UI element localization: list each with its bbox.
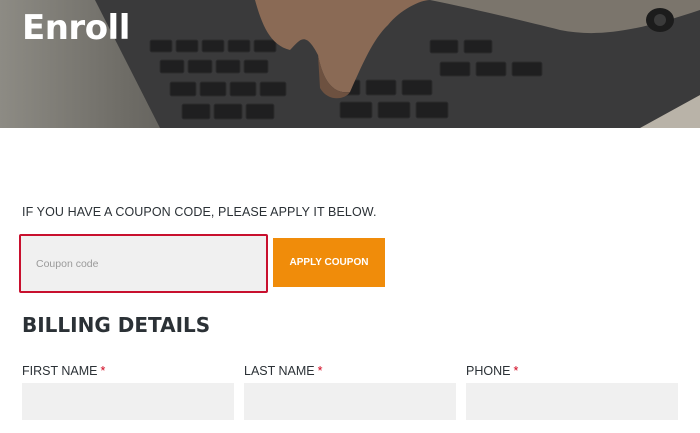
- first-name-field[interactable]: [22, 383, 234, 420]
- required-marker: *: [100, 364, 106, 378]
- coupon-input-container: [19, 234, 268, 293]
- last-name-label: LAST NAME *: [244, 364, 323, 378]
- first-name-label: FIRST NAME *: [22, 364, 105, 378]
- phone-field[interactable]: [466, 383, 678, 420]
- phone-input[interactable]: [466, 383, 678, 420]
- coupon-code-input[interactable]: [21, 236, 266, 291]
- last-name-field[interactable]: [244, 383, 456, 420]
- apply-coupon-label: APPLY COUPON: [289, 257, 369, 268]
- phone-label-text: PHONE: [466, 364, 511, 378]
- apply-coupon-button[interactable]: APPLY COUPON: [273, 238, 385, 287]
- required-marker: *: [513, 364, 519, 378]
- first-name-label-text: FIRST NAME: [22, 364, 98, 378]
- last-name-input[interactable]: [244, 383, 456, 420]
- coupon-prompt: IF YOU HAVE A COUPON CODE, PLEASE APPLY …: [22, 205, 377, 219]
- hero-banner: Enroll: [0, 0, 700, 128]
- first-name-input[interactable]: [22, 383, 234, 420]
- required-marker: *: [317, 364, 323, 378]
- page-title: Enroll: [22, 8, 130, 48]
- last-name-label-text: LAST NAME: [244, 364, 315, 378]
- billing-details-heading: BILLING DETAILS: [22, 313, 211, 337]
- phone-label: PHONE *: [466, 364, 518, 378]
